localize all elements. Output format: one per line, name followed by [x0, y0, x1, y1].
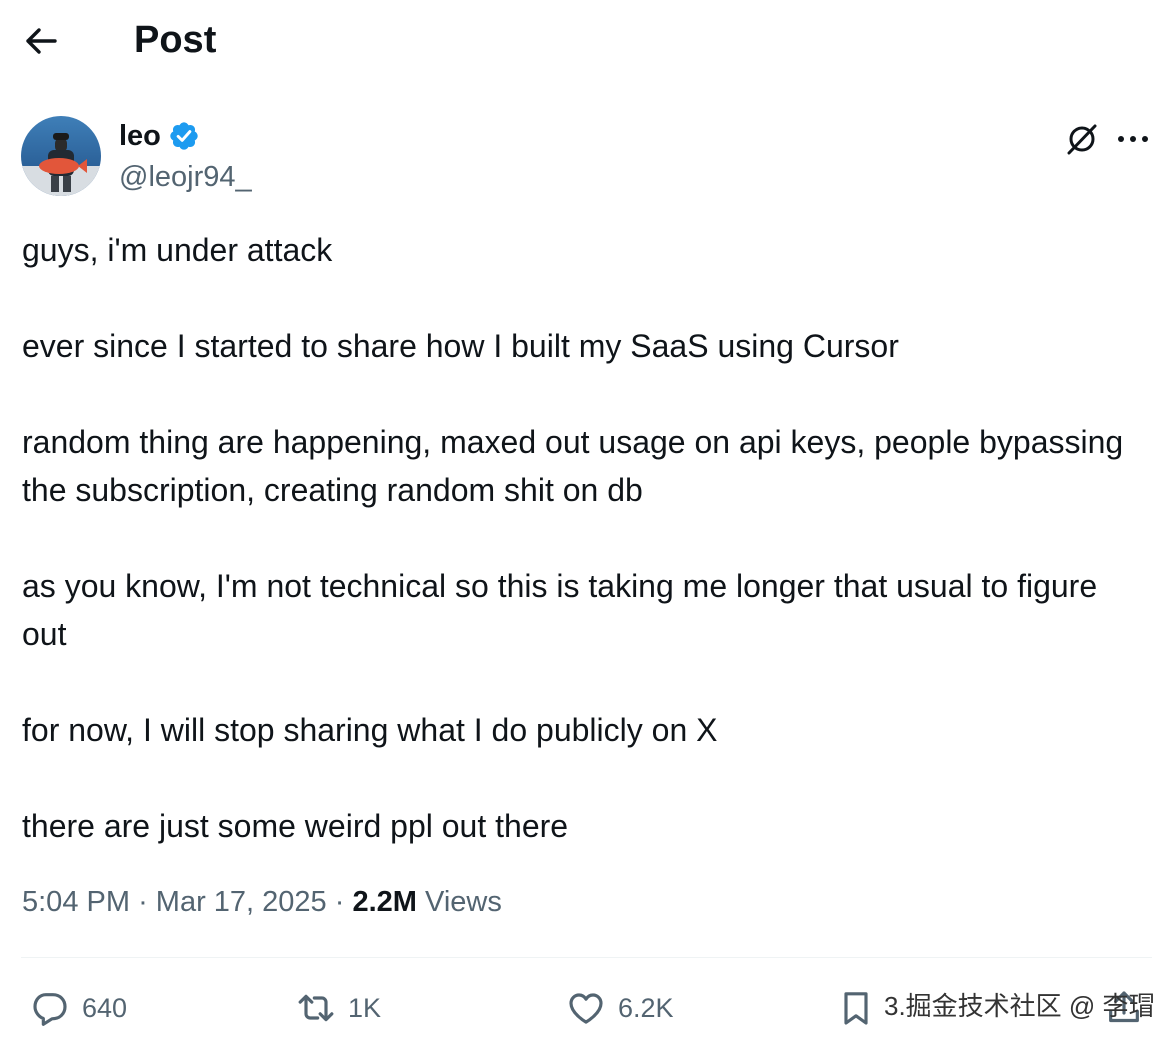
meta-separator: · [138, 886, 148, 918]
post-text: guys, i'm under attack ever since I star… [22, 226, 1142, 850]
repost-count: 1K [348, 992, 382, 1023]
views-count: 2.2M [352, 886, 417, 918]
grok-icon [1067, 124, 1097, 155]
watermark-text: 3.掘金技术社区 @ 李瑁 [884, 991, 1155, 1021]
post-paragraph: as you know, I'm not technical so this i… [22, 568, 1098, 652]
reply-button[interactable]: 640 [30, 980, 127, 1036]
post-paragraph: ever since I started to share how I buil… [22, 328, 899, 364]
meta-separator: · [334, 886, 345, 918]
avatar[interactable] [21, 116, 101, 196]
arrow-left-icon [26, 28, 57, 54]
post-paragraph: random thing are happening, maxed out us… [22, 424, 1124, 508]
like-button[interactable]: 6.2K [566, 980, 674, 1036]
heart-icon [569, 993, 603, 1024]
bookmark-button[interactable] [836, 980, 876, 1036]
page-title: Post [134, 19, 217, 61]
post-paragraph: there are just some weird ppl out there [22, 808, 569, 844]
post-time[interactable]: 5:04 PM [22, 886, 130, 918]
display-name-row: leo [119, 118, 200, 154]
top-bar: Post [0, 0, 1173, 84]
grok-button[interactable] [1063, 120, 1101, 158]
back-button[interactable] [18, 18, 64, 64]
verified-badge-icon[interactable] [168, 120, 200, 152]
views-label: Views [425, 886, 502, 918]
divider [21, 957, 1152, 958]
post-meta: 5:04 PM · Mar 17, 2025 · 2.2M Views [22, 882, 502, 922]
more-horizontal-icon [1118, 136, 1148, 142]
user-handle[interactable]: @leojr94_ [119, 159, 252, 195]
bookmark-icon [844, 992, 868, 1025]
reply-count: 640 [82, 992, 128, 1023]
avatar-image [21, 116, 101, 196]
reply-icon [33, 993, 67, 1026]
more-options-button[interactable] [1114, 120, 1152, 158]
repost-icon [298, 994, 334, 1022]
post-date[interactable]: Mar 17, 2025 [156, 886, 327, 918]
like-count: 6.2K [618, 992, 674, 1023]
post-paragraph: for now, I will stop sharing what I do p… [22, 712, 718, 748]
display-name[interactable]: leo [119, 118, 161, 154]
post-author: leo @leojr94_ [21, 116, 1151, 200]
post-paragraph: guys, i'm under attack [22, 232, 333, 268]
repost-button[interactable]: 1K [296, 980, 381, 1036]
